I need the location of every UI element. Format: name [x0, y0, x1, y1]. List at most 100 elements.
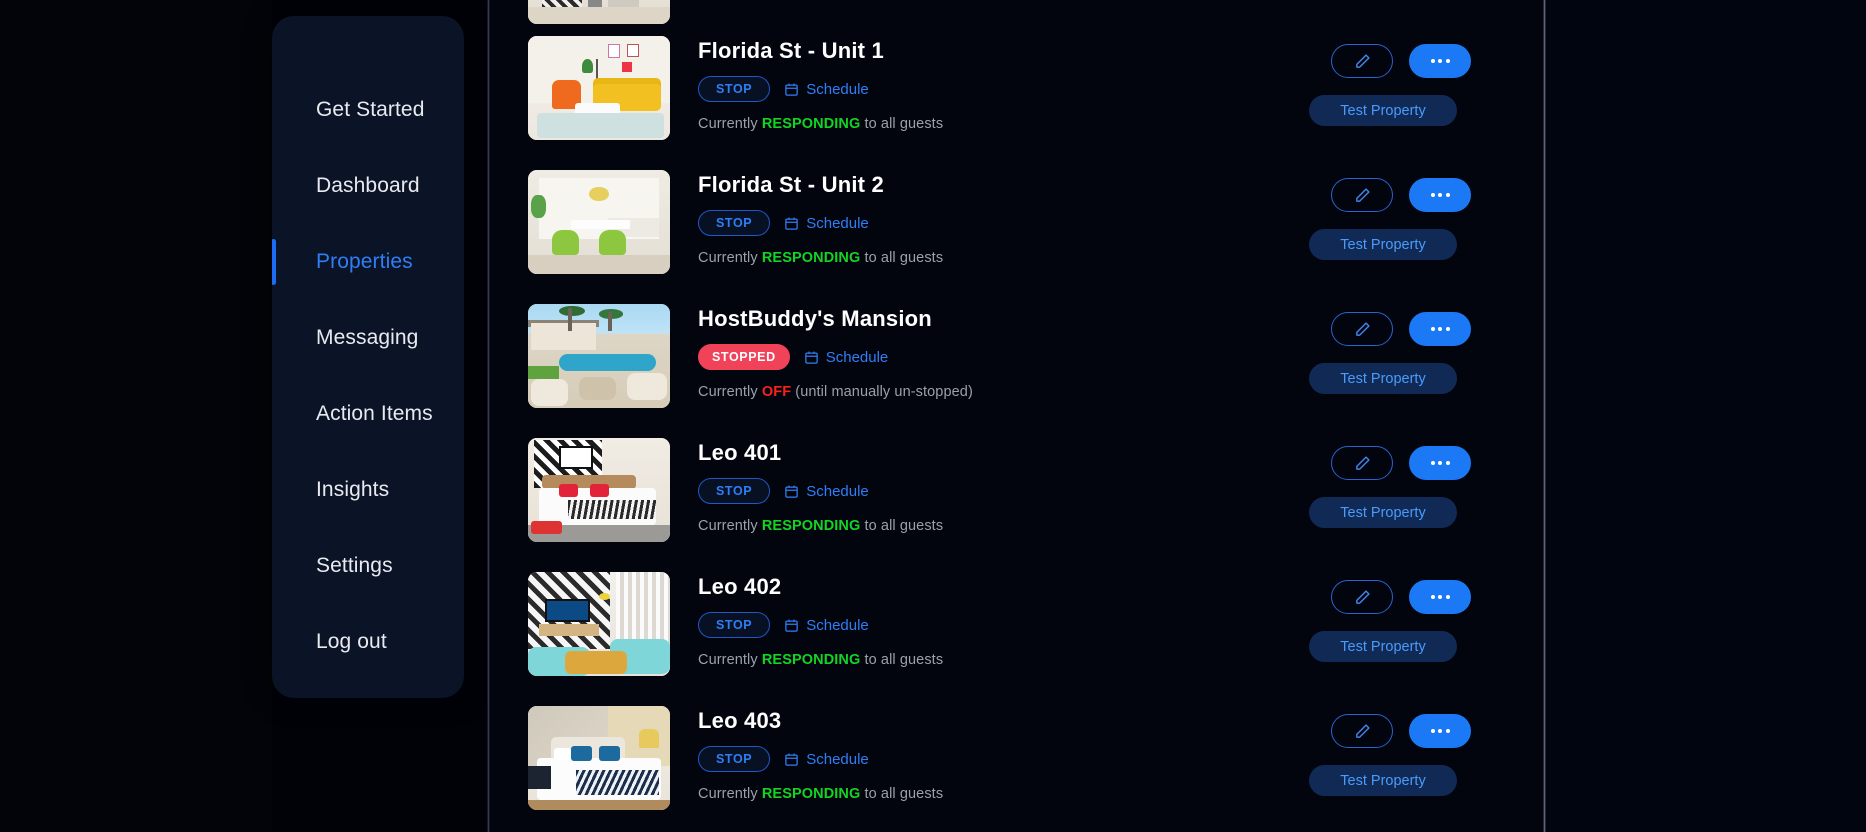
property-info: Leo 401 STOP Schedule Currently RESPONDING … — [698, 426, 1243, 534]
schedule-link[interactable]: Schedule — [784, 483, 869, 500]
edit-property-button[interactable] — [1331, 714, 1393, 748]
status-prefix: Currently — [698, 652, 762, 668]
schedule-label: Schedule — [806, 616, 869, 634]
more-options-button[interactable] — [1409, 446, 1471, 480]
status-badge[interactable]: STOP — [698, 210, 771, 236]
sidebar-item-label: Messaging — [316, 326, 419, 349]
status-badge[interactable]: STOPPED — [698, 344, 790, 370]
sidebar-item-log-out[interactable]: Log out — [272, 604, 464, 680]
calendar-icon — [784, 618, 799, 633]
schedule-link[interactable]: Schedule — [784, 617, 869, 634]
status-badge[interactable]: STOP — [698, 478, 771, 504]
status-keyword: RESPONDING — [761, 518, 861, 534]
property-actions: Test Property — [1243, 158, 1543, 260]
app-root: Get Started Dashboard Properties Messaging A… — [0, 0, 1866, 832]
icon-button-group — [1243, 714, 1543, 748]
schedule-label: Schedule — [806, 482, 869, 500]
status-keyword: RESPONDING — [761, 652, 861, 668]
schedule-link[interactable]: Schedule — [784, 81, 869, 98]
pencil-icon — [1354, 589, 1371, 606]
property-thumbnail[interactable] — [528, 572, 670, 676]
calendar-icon — [784, 484, 799, 499]
property-badge-row: STOP Schedule — [698, 612, 1243, 638]
sidebar-item-get-started[interactable]: Get Started — [272, 72, 464, 148]
property-actions: Test Property — [1243, 694, 1543, 796]
property-badge-row: STOP Schedule — [698, 210, 1243, 236]
status-suffix: to all guests — [860, 116, 944, 132]
property-badge-row: STOP Schedule — [698, 76, 1243, 102]
test-property-button[interactable]: Test Property — [1309, 765, 1457, 796]
sidebar-item-label: Settings — [316, 554, 393, 577]
icon-button-group — [1243, 178, 1543, 212]
schedule-link[interactable]: Schedule — [804, 349, 888, 366]
more-options-button[interactable] — [1409, 44, 1471, 78]
property-status: Currently RESPONDING to all guests — [698, 786, 1243, 802]
sidebar-item-action-items[interactable]: Action Items — [272, 376, 464, 452]
sidebar-item-label: Log out — [316, 630, 387, 653]
pencil-icon — [1354, 723, 1371, 740]
property-thumbnail[interactable] — [528, 438, 670, 542]
edit-property-button[interactable] — [1331, 44, 1393, 78]
sidebar-item-settings[interactable]: Settings — [272, 528, 464, 604]
status-suffix: to all guests — [860, 652, 944, 668]
ellipsis-icon — [1430, 729, 1450, 733]
schedule-label: Schedule — [806, 750, 869, 768]
calendar-icon — [784, 82, 799, 97]
property-status: Currently RESPONDING to all guests — [698, 116, 1243, 132]
property-title: Florida St - Unit 2 — [698, 172, 884, 197]
ellipsis-icon — [1430, 461, 1450, 465]
property-row: Florida St - Unit 2 STOP Schedule Currently… — [490, 158, 1543, 292]
property-thumbnail[interactable] — [528, 706, 670, 810]
status-suffix: to all guests — [860, 786, 944, 802]
ellipsis-icon — [1430, 59, 1450, 63]
sidebar-item-label: Dashboard — [316, 174, 420, 197]
status-prefix: Currently — [698, 250, 762, 266]
property-status: Currently OFF (until manually un-stopped… — [698, 384, 1243, 400]
property-row: Leo 401 STOP Schedule Currently RESPONDING … — [490, 426, 1543, 560]
status-badge[interactable]: STOP — [698, 612, 771, 638]
test-property-button[interactable]: Test Property — [1309, 363, 1457, 394]
sidebar-item-messaging[interactable]: Messaging — [272, 300, 464, 376]
more-options-button[interactable] — [1409, 178, 1471, 212]
property-title: HostBuddy's Mansion — [698, 306, 932, 331]
test-property-button[interactable]: Test Property — [1309, 229, 1457, 260]
status-badge[interactable]: STOP — [698, 746, 771, 772]
property-info: Florida St - Unit 1 STOP Schedule Currently… — [698, 24, 1243, 132]
property-rows: Florida St - Unit 1 STOP Schedule Currently… — [490, 0, 1543, 828]
sidebar-item-insights[interactable]: Insights — [272, 452, 464, 528]
more-options-button[interactable] — [1409, 580, 1471, 614]
schedule-link[interactable]: Schedule — [784, 751, 869, 768]
more-options-button[interactable] — [1409, 312, 1471, 346]
more-options-button[interactable] — [1409, 714, 1471, 748]
test-property-button[interactable]: Test Property — [1309, 631, 1457, 662]
left-gutter — [0, 0, 272, 832]
edit-property-button[interactable] — [1331, 312, 1393, 346]
calendar-icon — [784, 752, 799, 767]
sidebar-item-list: Get Started Dashboard Properties Messaging A… — [272, 16, 464, 680]
property-badge-row: STOP Schedule — [698, 478, 1243, 504]
property-thumbnail[interactable] — [528, 0, 670, 24]
property-title: Florida St - Unit 1 — [698, 38, 884, 63]
edit-property-button[interactable] — [1331, 580, 1393, 614]
sidebar-item-label: Insights — [316, 478, 390, 501]
properties-list-panel[interactable]: Florida St - Unit 1 STOP Schedule Currently… — [490, 0, 1543, 832]
property-thumbnail[interactable] — [528, 36, 670, 140]
status-suffix: to all guests — [860, 250, 944, 266]
icon-button-group — [1243, 44, 1543, 78]
property-title: Leo 401 — [698, 440, 782, 465]
calendar-icon — [804, 350, 819, 365]
sidebar-item-properties[interactable]: Properties — [272, 224, 464, 300]
schedule-link[interactable]: Schedule — [784, 215, 869, 232]
ellipsis-icon — [1430, 327, 1450, 331]
sidebar-nav: Get Started Dashboard Properties Messaging A… — [272, 16, 464, 698]
test-property-button[interactable]: Test Property — [1309, 497, 1457, 528]
edit-property-button[interactable] — [1331, 178, 1393, 212]
property-row: HostBuddy's Mansion STOPPED Schedule Curren… — [490, 292, 1543, 426]
property-thumbnail[interactable] — [528, 304, 670, 408]
sidebar-item-dashboard[interactable]: Dashboard — [272, 148, 464, 224]
status-prefix: Currently — [698, 518, 762, 534]
edit-property-button[interactable] — [1331, 446, 1393, 480]
status-badge[interactable]: STOP — [698, 76, 771, 102]
test-property-button[interactable]: Test Property — [1309, 95, 1457, 126]
property-thumbnail[interactable] — [528, 170, 670, 274]
